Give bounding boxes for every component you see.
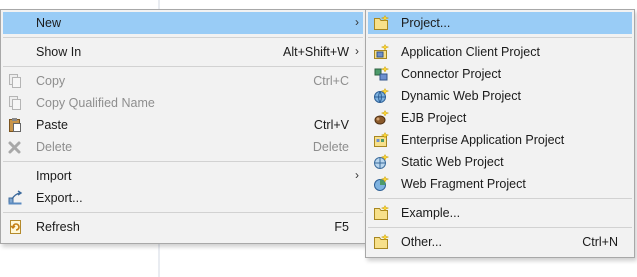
menu-item-shortcut: Ctrl+C	[313, 74, 349, 88]
refresh-icon	[7, 219, 23, 235]
menu-item-label: Show In	[36, 45, 82, 59]
menu-item-label: Delete	[36, 140, 73, 154]
delete-icon	[7, 139, 23, 155]
menu-item-shortcut: Ctrl+V	[313, 118, 349, 132]
menu-item-shortcut: Alt+Shift+W	[283, 45, 349, 59]
menu-item-shortcut: Ctrl+N	[582, 235, 618, 249]
example-icon	[373, 205, 389, 221]
submenu-item-example[interactable]: Example...	[368, 202, 632, 224]
copy-qualified-name-icon	[7, 95, 23, 111]
menu-item-label: Paste	[36, 118, 68, 132]
static-web-project-icon	[373, 154, 389, 170]
submenu-item-label: Connector Project	[401, 67, 502, 81]
menu-item-copy-qualified-name[interactable]: Copy Qualified Name	[3, 92, 363, 114]
menu-item-label: Copy Qualified Name	[36, 96, 155, 110]
menu-separator	[3, 161, 363, 162]
menu-item-label: Refresh	[36, 220, 80, 234]
submenu-arrow-icon: ›	[355, 44, 359, 58]
enterprise-application-project-icon	[373, 132, 389, 148]
menu-item-refresh[interactable]: Refresh F5	[3, 216, 363, 238]
submenu-item-application-client-project[interactable]: Application Client Project	[368, 41, 632, 63]
menu-separator	[3, 66, 363, 67]
menu-separator	[368, 37, 632, 38]
submenu-item-label: Enterprise Application Project	[401, 133, 565, 147]
submenu-item-connector-project[interactable]: Connector Project	[368, 63, 632, 85]
submenu-item-label: Web Fragment Project	[401, 177, 526, 191]
new-project-icon	[373, 15, 389, 31]
context-menu: New › Show In Alt+Shift+W › Copy Ctrl+C …	[0, 9, 366, 244]
menu-separator	[3, 212, 363, 213]
menu-item-shortcut: F5	[334, 220, 349, 234]
submenu-item-label: Dynamic Web Project	[401, 89, 521, 103]
submenu-item-label: EJB Project	[401, 111, 467, 125]
dynamic-web-project-icon	[373, 88, 389, 104]
menu-item-delete[interactable]: Delete Delete	[3, 136, 363, 158]
submenu-item-web-fragment-project[interactable]: Web Fragment Project	[368, 173, 632, 195]
paste-icon	[7, 117, 23, 133]
application-client-project-icon	[373, 44, 389, 60]
new-submenu: Project... Application Client Project Co…	[365, 9, 635, 258]
menu-item-label: Export...	[36, 191, 83, 205]
submenu-item-ejb-project[interactable]: EJB Project	[368, 107, 632, 129]
ejb-project-icon	[373, 110, 389, 126]
menu-item-label: Import	[36, 169, 72, 183]
export-icon	[7, 190, 23, 206]
submenu-item-enterprise-application-project[interactable]: Enterprise Application Project	[368, 129, 632, 151]
menu-item-label: Copy	[36, 74, 66, 88]
menu-item-shortcut: Delete	[312, 140, 349, 154]
submenu-item-dynamic-web-project[interactable]: Dynamic Web Project	[368, 85, 632, 107]
connector-project-icon	[373, 66, 389, 82]
menu-item-label: New	[36, 16, 62, 30]
menu-separator	[368, 227, 632, 228]
menu-item-paste[interactable]: Paste Ctrl+V	[3, 114, 363, 136]
submenu-arrow-icon: ›	[355, 15, 359, 29]
submenu-item-label: Example...	[401, 206, 461, 220]
submenu-item-label: Application Client Project	[401, 45, 540, 59]
menu-item-new[interactable]: New ›	[3, 12, 363, 34]
submenu-item-other[interactable]: Other... Ctrl+N	[368, 231, 632, 253]
copy-icon	[7, 73, 23, 89]
submenu-item-label: Static Web Project	[401, 155, 504, 169]
submenu-item-project[interactable]: Project...	[368, 12, 632, 34]
menu-item-import[interactable]: Import ›	[3, 165, 363, 187]
submenu-item-label: Other...	[401, 235, 442, 249]
menu-separator	[3, 37, 363, 38]
submenu-arrow-icon: ›	[355, 168, 359, 182]
web-fragment-project-icon	[373, 176, 389, 192]
menu-separator	[368, 198, 632, 199]
submenu-item-label: Project...	[401, 16, 451, 30]
menu-item-copy[interactable]: Copy Ctrl+C	[3, 70, 363, 92]
menu-item-show-in[interactable]: Show In Alt+Shift+W ›	[3, 41, 363, 63]
submenu-item-static-web-project[interactable]: Static Web Project	[368, 151, 632, 173]
menu-item-export[interactable]: Export...	[3, 187, 363, 209]
other-wizard-icon	[373, 234, 389, 250]
